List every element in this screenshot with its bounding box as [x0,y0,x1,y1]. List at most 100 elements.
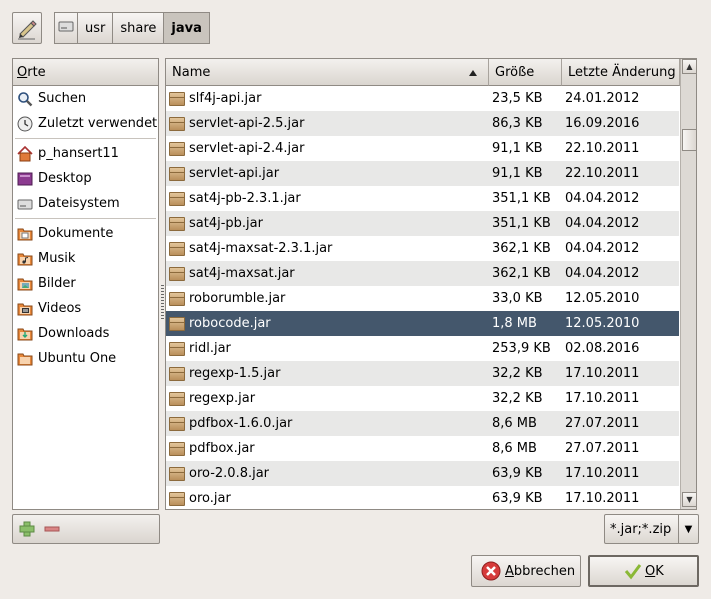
vertical-scrollbar[interactable]: ▲ ▼ [680,59,696,509]
column-date-label: Letzte Änderung [568,64,676,80]
place-item[interactable]: Zuletzt verwendet [13,111,158,136]
file-row[interactable]: sat4j-pb.jar 351,1 KB 04.04.2012 [166,211,679,236]
recent-icon [17,116,33,132]
file-date: 22.10.2011 [565,141,640,156]
cancel-icon [481,561,501,581]
file-size: 32,2 KB [492,391,543,406]
file-date: 16.09.2016 [565,116,640,131]
file-size: 362,1 KB [492,241,551,256]
column-header-name[interactable]: Name [166,59,489,86]
place-item[interactable]: Ubuntu One [13,346,158,371]
place-item-label: Musik [38,251,76,266]
file-row[interactable]: servlet-api.jar 91,1 KB 22.10.2011 [166,161,679,186]
minus-icon [44,526,60,532]
place-item[interactable]: Desktop [13,166,158,191]
pictures-folder-icon [17,276,33,292]
file-name: pdfbox.jar [189,441,255,456]
pane-resize-handle[interactable] [161,285,164,321]
path-crumb[interactable] [54,12,78,44]
file-size: 63,9 KB [492,491,543,506]
file-size: 63,9 KB [492,466,543,481]
file-row[interactable]: roborumble.jar 33,0 KB 12.05.2010 [166,286,679,311]
ok-button[interactable]: OK [588,555,699,587]
places-separator [15,218,156,219]
file-name: servlet-api-2.4.jar [189,141,305,156]
file-row[interactable]: pdfbox.jar 8,6 MB 27.07.2011 [166,436,679,461]
file-name-cell: regexp.jar [166,386,489,411]
place-item[interactable]: Bilder [13,271,158,296]
file-size: 91,1 KB [492,141,543,156]
scroll-down-button[interactable]: ▼ [682,492,696,507]
file-row[interactable]: sat4j-maxsat.jar 362,1 KB 04.04.2012 [166,261,679,286]
path-crumb[interactable]: share [112,12,165,44]
column-header-date[interactable]: Letzte Änderung [562,59,680,86]
column-name-label: Name [172,64,211,80]
file-row[interactable]: regexp-1.5.jar 32,2 KB 17.10.2011 [166,361,679,386]
file-row[interactable]: robocode.jar 1,8 MB 12.05.2010 [166,311,679,336]
places-header[interactable]: Orte [13,59,158,86]
file-row[interactable]: pdfbox-1.6.0.jar 8,6 MB 27.07.2011 [166,411,679,436]
file-name: sat4j-pb.jar [189,216,263,231]
file-row[interactable]: sat4j-maxsat-2.3.1.jar 362,1 KB 04.04.2012 [166,236,679,261]
place-item[interactable]: Musik [13,246,158,271]
filesystem-icon [17,196,33,212]
place-item-label: Ubuntu One [38,351,117,366]
path-crumb-label: java [171,20,202,36]
scroll-up-button[interactable]: ▲ [682,59,696,74]
file-name: oro-2.0.8.jar [189,466,270,481]
jar-file-icon [169,441,185,456]
file-name-cell: pdfbox.jar [166,436,489,461]
file-type-filter[interactable]: *.jar;*.zip ▼ [604,514,699,544]
file-date: 04.04.2012 [565,241,640,256]
file-size: 33,0 KB [492,291,543,306]
file-name: sat4j-maxsat.jar [189,266,295,281]
file-row[interactable]: oro-2.0.8.jar 63,9 KB 17.10.2011 [166,461,679,486]
jar-file-icon [169,291,185,306]
remove-bookmark-button[interactable] [43,520,61,538]
jar-file-icon [169,116,185,131]
file-row[interactable]: servlet-api-2.5.jar 86,3 KB 16.09.2016 [166,111,679,136]
file-date: 17.10.2011 [565,366,640,381]
path-crumb[interactable]: usr [77,12,114,44]
jar-file-icon [169,466,185,481]
file-name: robocode.jar [189,316,271,331]
place-item[interactable]: Dokumente [13,221,158,246]
file-row[interactable]: oro.jar 63,9 KB 17.10.2011 [166,486,679,509]
file-date: 17.10.2011 [565,391,640,406]
places-panel: Orte Suchen Zuletzt verwendet p_hansert11 D… [12,58,159,510]
file-name-cell: servlet-api-2.4.jar [166,136,489,161]
file-row[interactable]: sat4j-pb-2.3.1.jar 351,1 KB 04.04.2012 [166,186,679,211]
place-item[interactable]: p_hansert11 [13,141,158,166]
column-header-size[interactable]: Größe [489,59,562,86]
file-name: servlet-api-2.5.jar [189,116,305,131]
file-name: regexp.jar [189,391,256,406]
file-name: regexp-1.5.jar [189,366,281,381]
path-crumb[interactable]: java [163,12,210,44]
places-separator [15,138,156,139]
cancel-button[interactable]: Abbrechen [471,555,581,587]
place-item[interactable]: Videos [13,296,158,321]
jar-file-icon [169,391,185,406]
file-name-cell: servlet-api.jar [166,161,489,186]
place-item[interactable]: Downloads [13,321,158,346]
ok-mnemonic: O [645,563,656,579]
place-item-label: Dokumente [38,226,114,241]
videos-folder-icon [17,301,33,317]
home-icon [17,145,33,162]
downloads-folder-icon [17,326,33,342]
file-row[interactable]: regexp.jar 32,2 KB 17.10.2011 [166,386,679,411]
file-name-cell: oro-2.0.8.jar [166,461,489,486]
place-item[interactable]: Suchen [13,86,158,111]
place-item-label: Downloads [38,326,110,341]
scrollbar-thumb[interactable] [682,129,696,151]
add-bookmark-button[interactable] [18,520,36,538]
file-name: sat4j-maxsat-2.3.1.jar [189,241,333,256]
chevron-down-icon: ▼ [678,515,698,543]
edit-location-button[interactable] [12,12,42,44]
file-name-cell: pdfbox-1.6.0.jar [166,411,489,436]
file-row[interactable]: ridl.jar 253,9 KB 02.08.2016 [166,336,679,361]
file-name: roborumble.jar [189,291,286,306]
file-row[interactable]: slf4j-api.jar 23,5 KB 24.01.2012 [166,86,679,111]
place-item[interactable]: Dateisystem [13,191,158,216]
file-row[interactable]: servlet-api-2.4.jar 91,1 KB 22.10.2011 [166,136,679,161]
